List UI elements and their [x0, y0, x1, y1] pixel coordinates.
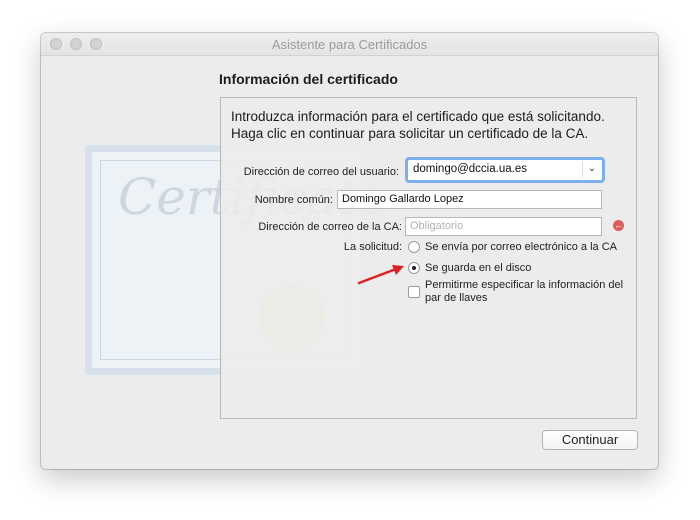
- user-email-label: Dirección de correo del usuario:: [243, 166, 399, 178]
- intro-text: Introduzca información para el certifica…: [231, 109, 605, 141]
- ca-email-label: Dirección de correo de la CA:: [258, 221, 402, 233]
- common-name-field[interactable]: Domingo Gallardo Lopez: [337, 190, 602, 209]
- window-title: Asistente para Certificados: [271, 37, 428, 52]
- checkbox-key-pair-info[interactable]: [408, 286, 420, 298]
- user-email-value: domingo@dccia.ua.es: [413, 163, 527, 175]
- radio-save-disk[interactable]: [408, 262, 420, 274]
- continue-button[interactable]: Continuar: [542, 430, 638, 450]
- radio-send-email[interactable]: [408, 241, 420, 253]
- title-bar: Asistente para Certificados: [41, 33, 658, 56]
- request-label: La solicitud:: [343, 241, 402, 253]
- ca-email-field[interactable]: Obligatorio: [405, 217, 602, 236]
- option-send-email-label: Se envía por correo electrónico a la CA: [425, 241, 617, 253]
- option-save-disk-label: Se guarda en el disco: [425, 262, 532, 274]
- common-name-label: Nombre común:: [254, 194, 333, 206]
- user-email-select[interactable]: domingo@dccia.ua.es ⌄: [405, 157, 605, 183]
- form-panel: [220, 97, 637, 419]
- warning-icon: ←: [613, 220, 624, 231]
- certificate-assistant-window: Asistente para Certificados Certificate …: [41, 33, 658, 469]
- annotation-arrow-icon: [357, 265, 404, 285]
- section-heading: Información del certificado: [219, 71, 398, 87]
- chevron-down-icon[interactable]: ⌄: [582, 161, 601, 177]
- option-key-pair-label: Permitirme especificar la información de…: [425, 279, 624, 304]
